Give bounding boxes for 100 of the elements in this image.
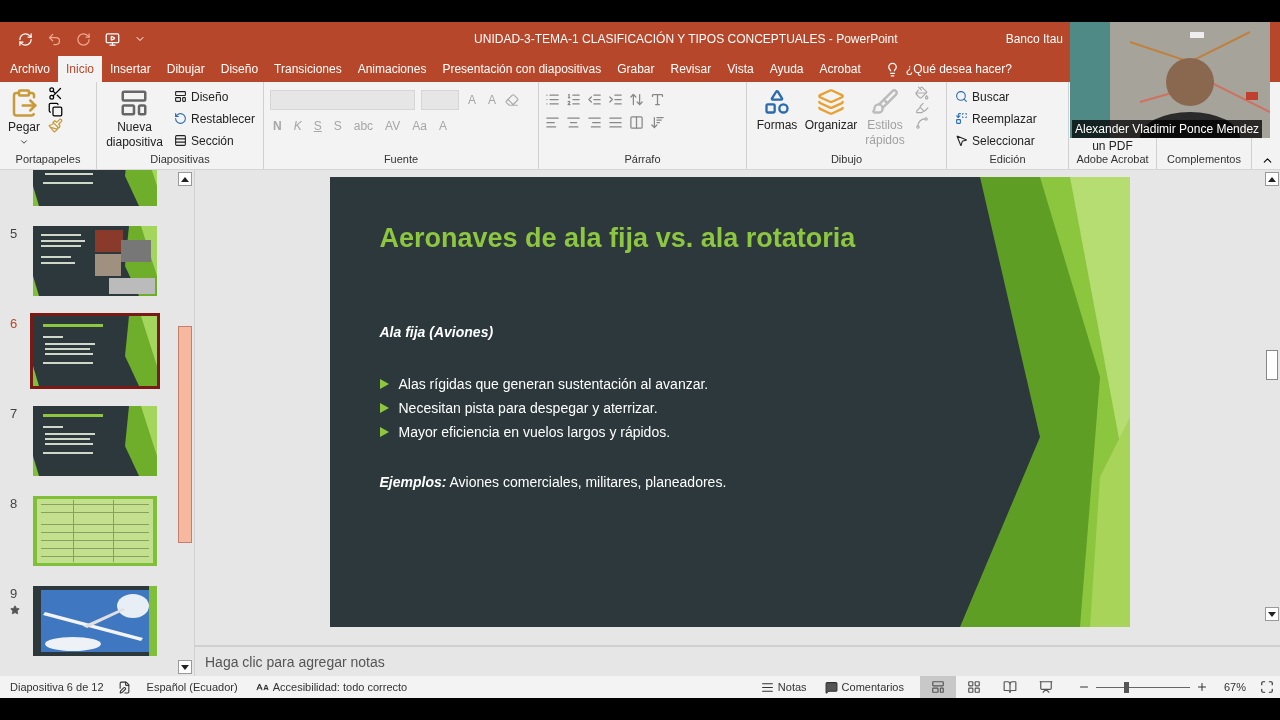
- scrollbar-thumb[interactable]: [178, 326, 192, 543]
- fit-slide-icon[interactable]: [1260, 680, 1274, 694]
- ribbon-button[interactable]: un PDF: [1090, 138, 1135, 153]
- bullet-icon: [379, 402, 389, 413]
- undo-icon[interactable]: [47, 31, 62, 47]
- notes-placeholder[interactable]: Haga clic para agregar notas: [205, 653, 385, 670]
- spelling-icon[interactable]: [117, 680, 131, 694]
- notes-button[interactable]: Notas: [758, 680, 809, 694]
- ribbon-tab[interactable]: Animaciones: [349, 56, 435, 82]
- arrow-down-icon: [1268, 611, 1276, 617]
- slide-subtitle: Ala fija (Aviones): [379, 323, 494, 340]
- scroll-down-button[interactable]: [1265, 607, 1279, 621]
- caret-icon: [19, 137, 29, 147]
- examples-text: Ejemplos: Aviones comerciales, militares, planeadores.: [379, 473, 727, 490]
- scrollbar-thumb[interactable]: [1266, 350, 1278, 380]
- comments-button[interactable]: Comentarios: [822, 680, 906, 694]
- ribbon-tab[interactable]: Presentación con diapositivas: [434, 56, 610, 82]
- slide-number: 5: [10, 226, 18, 241]
- book-icon: [1002, 680, 1017, 694]
- tell-me-search[interactable]: ¿Qué desea hacer?: [882, 56, 1014, 82]
- group-label: Portapapeles: [14, 153, 82, 167]
- arrow-up-icon: [181, 176, 189, 182]
- font-name-field[interactable]: [270, 90, 415, 110]
- align-center-icon[interactable]: [566, 115, 581, 130]
- slide-layout-icon: [119, 88, 150, 118]
- ribbon-tab[interactable]: Dibujar: [158, 56, 213, 82]
- ribbon-button[interactable]: Sección: [171, 130, 257, 151]
- scroll-up-button[interactable]: [178, 172, 192, 186]
- language-button[interactable]: Español (Ecuador): [144, 681, 240, 693]
- group-label: Edición: [988, 153, 1027, 167]
- ribbon-button[interactable]: Reemplazar: [953, 108, 1039, 129]
- slide-thumbnail[interactable]: [33, 406, 157, 476]
- bullet-list-icon[interactable]: [545, 92, 560, 107]
- replace-icon: [955, 112, 968, 125]
- zoom-thumb[interactable]: [1124, 681, 1130, 693]
- slide-number: 9: [10, 586, 18, 601]
- arrow-up-icon: [1268, 176, 1276, 182]
- ribbon-tab[interactable]: Transiciones: [266, 56, 350, 82]
- slide-thumbnail[interactable]: [30, 313, 160, 389]
- slide-thumbnail[interactable]: [33, 496, 157, 566]
- slide-title: Aeronaves de ala fija vs. ala rotatoria: [379, 222, 856, 254]
- ribbon-button[interactable]: Seleccionar: [953, 130, 1039, 151]
- brush-icon: [871, 88, 899, 116]
- ribbon-tab[interactable]: Insertar: [102, 56, 159, 82]
- slide-thumbnail[interactable]: [33, 586, 157, 656]
- text-direction-icon[interactable]: [650, 92, 665, 107]
- ribbon-tab[interactable]: Acrobat: [811, 56, 869, 82]
- copy-icon[interactable]: [48, 102, 64, 117]
- slideshow-icon[interactable]: [105, 31, 120, 47]
- align-left-icon[interactable]: [545, 115, 560, 130]
- shapes-icon: [763, 88, 791, 116]
- indent-decrease-icon[interactable]: [587, 92, 602, 107]
- ribbon-button[interactable]: Diseño: [171, 86, 257, 107]
- new-slide-button[interactable]: Nueva diapositiva: [103, 86, 166, 152]
- scroll-up-button[interactable]: [1265, 172, 1279, 186]
- pointer-icon: [955, 134, 968, 147]
- outline-icon[interactable]: [915, 101, 929, 115]
- ribbon-button[interactable]: Buscar: [953, 86, 1039, 107]
- account-name[interactable]: Banco Itau: [1005, 32, 1063, 46]
- group-label: Adobe Acrobat: [1075, 153, 1150, 167]
- bullet-icon: [379, 378, 389, 389]
- font-size-field[interactable]: [421, 90, 459, 110]
- slide-number: 7: [10, 406, 18, 421]
- scissors-icon[interactable]: [48, 86, 64, 101]
- smartart-icon[interactable]: [650, 115, 665, 130]
- group-label: Párrafo: [623, 153, 662, 167]
- ribbon-button[interactable]: Organizar: [807, 86, 855, 135]
- fill-icon[interactable]: [915, 86, 929, 100]
- ribbon-tab[interactable]: Archivo: [2, 56, 58, 82]
- ribbon-tab[interactable]: Grabar: [609, 56, 663, 82]
- bullet-text: Mayor eficiencia en vuelos largos y rápidos.: [398, 423, 671, 440]
- ribbon-tab[interactable]: Ayuda: [761, 56, 812, 82]
- reset-icon: [173, 112, 187, 125]
- section-icon: [173, 134, 187, 147]
- align-right-icon[interactable]: [587, 115, 602, 130]
- paste-button[interactable]: Pegar: [6, 86, 43, 149]
- align-justify-icon[interactable]: [608, 115, 623, 130]
- bullet-icon: [379, 426, 389, 437]
- scroll-down-button[interactable]: [178, 660, 192, 674]
- ribbon-tab[interactable]: Vista: [719, 56, 762, 82]
- view-button[interactable]: [919, 676, 956, 698]
- slide-thumbnail[interactable]: [33, 226, 157, 296]
- eraser-icon[interactable]: [505, 93, 520, 107]
- effects-icon[interactable]: [915, 116, 929, 130]
- ribbon-button[interactable]: Restablecer: [171, 108, 257, 129]
- ribbon-tab[interactable]: Revisar: [662, 56, 720, 82]
- ribbon-button[interactable]: Formas: [753, 86, 801, 135]
- accessibility-button[interactable]: Accesibilidad: todo correcto: [253, 680, 410, 694]
- ribbon-tab[interactable]: Diseño: [212, 56, 267, 82]
- columns-icon[interactable]: [629, 115, 644, 130]
- bullet-text: Alas rígidas que generan sustentación al avanzar.: [398, 375, 709, 392]
- redo-icon[interactable]: [76, 31, 91, 47]
- window-title: UNIDAD-3-TEMA-1 CLASIFICACIÓN Y TIPOS CONCEPTUALES - PowerPoint: [473, 32, 899, 46]
- numbered-list-icon[interactable]: [566, 92, 581, 107]
- autosave-icon[interactable]: [18, 31, 33, 47]
- zoom-level[interactable]: 67%: [1223, 681, 1246, 693]
- line-spacing-icon[interactable]: [629, 92, 644, 107]
- zoom-in-icon[interactable]: [1195, 681, 1208, 693]
- ribbon-tab[interactable]: Inicio: [58, 56, 103, 82]
- indent-increase-icon[interactable]: [608, 92, 623, 107]
